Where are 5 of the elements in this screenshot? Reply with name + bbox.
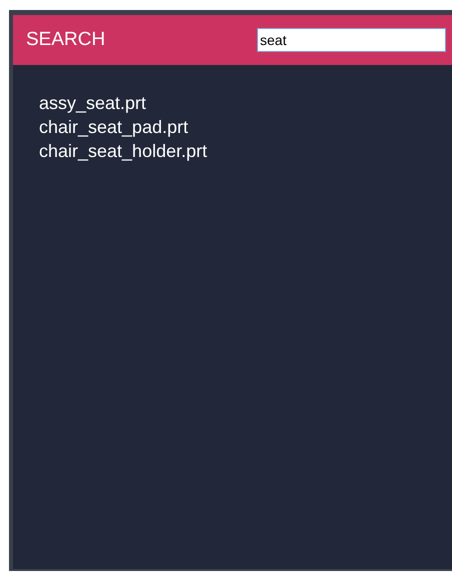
search-field[interactable]: seat	[257, 28, 446, 52]
panel-title: SEARCH	[26, 29, 106, 51]
result-item[interactable]: assy_seat.prt	[39, 91, 452, 115]
result-item[interactable]: chair_seat_pad.prt	[39, 115, 452, 139]
result-item[interactable]: chair_seat_holder.prt	[39, 139, 452, 163]
